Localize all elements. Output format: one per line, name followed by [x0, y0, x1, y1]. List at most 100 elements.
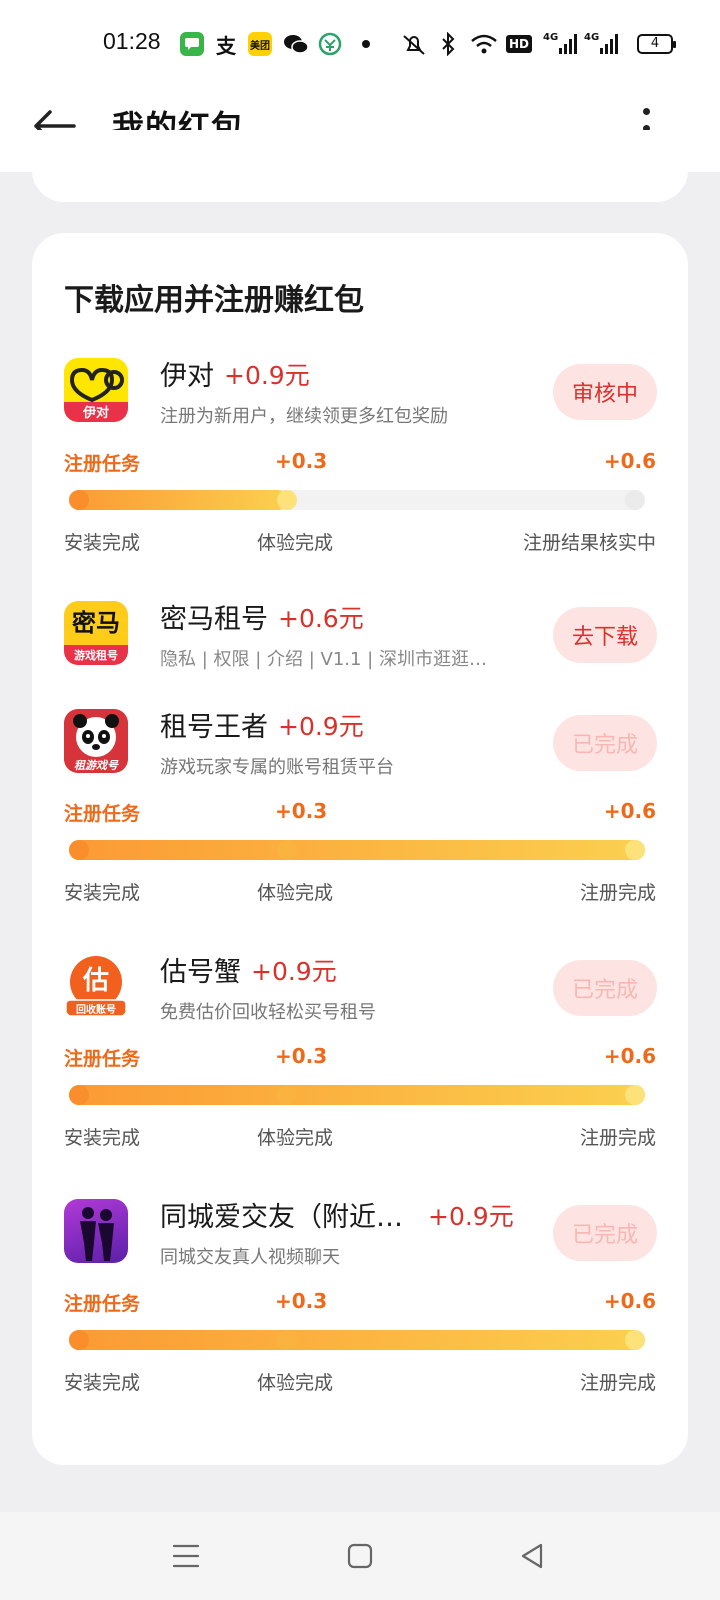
system-nav-bar — [0, 1512, 720, 1600]
app-name: 同城爱交友（附近… — [160, 1202, 403, 1233]
task-reward-row: 注册任务 +0.3 +0.6 — [32, 1289, 688, 1319]
download-button[interactable]: 去下载 — [553, 607, 657, 663]
progress-fill — [69, 1085, 645, 1105]
progress-dot-experience — [277, 1330, 297, 1350]
app-reward: +0.6元 — [278, 604, 364, 633]
app-description: 免费估价回收轻松买号租号 — [160, 1002, 376, 1023]
battery-icon: 4 — [637, 34, 676, 54]
step-labels: 安装完成 体验完成 注册结果核实中 — [32, 528, 688, 556]
task-label: 注册任务 — [64, 1293, 141, 1315]
progress-dot-install — [69, 1085, 89, 1105]
task-reward-step2: +0.3 — [275, 449, 328, 473]
completed-button[interactable]: 已完成 — [553, 960, 657, 1016]
progress-dot-experience — [277, 1085, 297, 1105]
step-install: 安装完成 — [64, 882, 141, 904]
step-register: 注册完成 — [579, 1127, 656, 1149]
guhaoxie-app-icon: 估 回收账号 — [64, 954, 128, 1018]
menu-icon — [172, 1544, 200, 1568]
meituan-icon: 美团 — [248, 32, 272, 56]
step-labels: 安装完成 体验完成 注册完成 — [32, 1368, 688, 1396]
alipay-icon: 支 — [216, 33, 236, 58]
progress-dot-register — [625, 1330, 645, 1350]
signal-4g-icon: 4G — [543, 32, 578, 56]
app-name: 估号蟹 — [160, 957, 241, 988]
task-reward-step3: +0.6 — [603, 449, 656, 473]
menu-button[interactable] — [166, 1536, 206, 1576]
progress-dot-install — [69, 840, 89, 860]
step-register: 注册完成 — [579, 1372, 656, 1394]
more-dot-icon — [642, 108, 650, 115]
step-install: 安装完成 — [64, 532, 141, 554]
meituan-label: 美团 — [248, 32, 272, 56]
wifi-icon — [470, 32, 498, 56]
task-reward-step2: +0.3 — [275, 1044, 328, 1068]
app-icon-subtext: 回收账号 — [76, 1005, 116, 1016]
progress-dot-register — [625, 840, 645, 860]
progress-bar — [69, 490, 645, 510]
completed-button[interactable]: 已完成 — [553, 715, 657, 771]
nav-back-button[interactable] — [512, 1536, 552, 1576]
step-install: 安装完成 — [64, 1127, 141, 1149]
bluetooth-icon — [440, 32, 456, 56]
progress-dot-experience — [277, 840, 297, 860]
progress-bar — [69, 1085, 645, 1105]
step-register: 注册结果核实中 — [522, 532, 656, 554]
status-time: 01:28 — [103, 28, 161, 54]
status-bar: 01:28 支 美团 HD 4G 4G 4 — [0, 0, 720, 80]
step-labels: 安装完成 体验完成 注册完成 — [32, 878, 688, 906]
app-description: 游戏玩家专属的账号租赁平台 — [160, 757, 394, 778]
step-experience: 体验完成 — [257, 532, 334, 554]
step-experience: 体验完成 — [257, 882, 334, 904]
mima-app-icon: 密马 游戏租号 — [64, 601, 128, 665]
task-label: 注册任务 — [64, 1048, 141, 1070]
task-label: 注册任务 — [64, 453, 141, 475]
step-register: 注册完成 — [579, 882, 656, 904]
app-icon-text: 密马 — [72, 609, 120, 637]
hd-icon: HD — [506, 32, 533, 56]
app-reward: +0.9元 — [224, 361, 310, 390]
app-icon-text: 估 — [82, 966, 109, 996]
app-icon-text: 伊对 — [82, 406, 109, 421]
red-packet-task-card: 下载应用并注册赚红包 伊对 伊对 +0.9元 注册为新用户，继续领更多红包奖励 … — [32, 233, 688, 1465]
step-experience: 体验完成 — [257, 1127, 334, 1149]
mute-icon — [400, 32, 428, 56]
task-reward-row: 注册任务 +0.3 +0.6 — [32, 1044, 688, 1074]
app-reward: +0.9元 — [428, 1202, 514, 1231]
home-button[interactable] — [340, 1536, 380, 1576]
task-label: 注册任务 — [64, 803, 141, 825]
progress-bar — [69, 840, 645, 860]
app-reward: +0.9元 — [278, 712, 364, 741]
task-reward-step3: +0.6 — [603, 1044, 656, 1068]
app-description: 注册为新用户，继续领更多红包奖励 — [160, 406, 448, 427]
task-reward-row: 注册任务 +0.3 +0.6 — [32, 799, 688, 829]
progress-fill — [69, 490, 288, 510]
app-name: 密马租号 — [160, 604, 268, 635]
progress-dot-install — [69, 1330, 89, 1350]
step-labels: 安装完成 体验完成 注册完成 — [32, 1123, 688, 1151]
messages-icon — [180, 32, 204, 56]
wechat-icon — [283, 32, 309, 56]
completed-button[interactable]: 已完成 — [553, 1205, 657, 1261]
app-reward: +0.9元 — [251, 957, 337, 986]
step-experience: 体验完成 — [257, 1372, 334, 1394]
hd-label: HD — [506, 35, 533, 53]
yidui-app-icon: 伊对 — [64, 358, 128, 422]
step-install: 安装完成 — [64, 1372, 141, 1394]
dot-icon — [362, 32, 370, 56]
progress-dot-experience — [277, 490, 297, 510]
app-description: 同城交友真人视频聊天 — [160, 1247, 340, 1268]
progress-dot-install — [69, 490, 89, 510]
task-reward-step3: +0.6 — [603, 1289, 656, 1313]
app-name: 租号王者 — [160, 712, 268, 743]
previous-card — [32, 130, 688, 202]
task-reward-step2: +0.3 — [275, 1289, 328, 1313]
cmb-icon — [318, 32, 342, 56]
signal-4g-icon: 4G — [584, 32, 619, 56]
progress-dot-register — [625, 490, 645, 510]
lte-label: 4G — [543, 32, 559, 43]
progress-fill — [69, 1330, 645, 1350]
section-title: 下载应用并注册赚红包 — [64, 283, 364, 318]
app-description: 隐私 | 权限 | 介绍 | V1.1 | 深圳市逛逛… — [160, 649, 487, 670]
status-button-reviewing[interactable]: 审核中 — [553, 364, 657, 420]
progress-bar — [69, 1330, 645, 1350]
